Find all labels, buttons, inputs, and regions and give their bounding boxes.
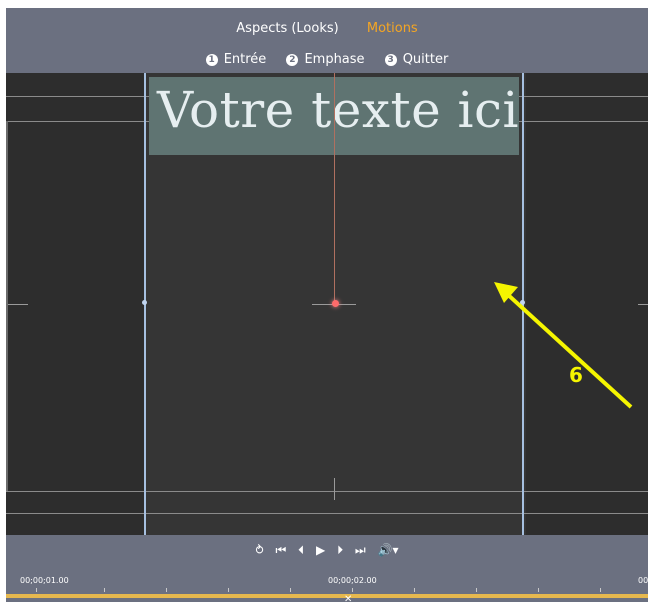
ruler-tick [476,588,477,592]
transport-bar: ⥁ ⏮ ⏴ ▶ ⏵ ⏭ 🔊▾ 00;00;01.00 00;00;02.00 0… [6,535,648,602]
motion-phases: 1 Entrée 2 Emphase 3 Quitter [6,52,648,67]
phase-quitter-label: Quitter [402,52,449,67]
number-3-icon: 3 [384,54,397,66]
number-1-icon: 1 [205,54,218,66]
play-icon[interactable]: ▶ [316,543,325,557]
tab-motions[interactable]: Motions [367,21,418,36]
playback-controls: ⥁ ⏮ ⏴ ▶ ⏵ ⏭ 🔊▾ [6,543,648,558]
mode-tabs: Aspects (Looks) Motions [6,21,648,36]
ruler-tick [104,588,105,592]
volume-icon[interactable]: 🔊▾ [378,543,399,557]
ruler-tick [166,588,167,592]
ruler-tick [290,588,291,592]
ruler-tick [538,588,539,592]
ruler-tick [414,588,415,592]
phase-emphase[interactable]: 2 Emphase [286,52,365,67]
number-2-icon: 2 [286,54,299,66]
phase-quitter[interactable]: 3 Quitter [384,52,449,67]
phase-emphase-label: Emphase [304,52,365,67]
preview-canvas[interactable]: Votre texte ici 6 [6,73,648,535]
go-to-start-icon[interactable]: ⏮ [276,543,287,558]
timecode-mid: 00;00;02.00 [328,576,377,585]
timeline-track[interactable] [6,594,648,598]
ruler-tick [352,588,353,592]
previous-frame-icon[interactable]: ⏴ [298,543,304,558]
properties-header: Aspects (Looks) Motions 1 Entrée 2 Emphase… [6,8,648,73]
phase-entree-label: Entrée [223,52,267,67]
go-to-end-icon[interactable]: ⏭ [355,543,366,558]
timecode-end: 00 [638,576,648,585]
annotation-number: 6 [569,363,583,387]
ruler-tick [600,588,601,592]
tab-looks[interactable]: Aspects (Looks) [236,21,338,36]
ruler-tick [36,588,37,592]
collapse-icon[interactable]: ✕ [344,594,352,602]
phase-entree[interactable]: 1 Entrée [205,52,267,67]
ruler-tick [228,588,229,592]
annotation-arrow [494,282,633,409]
title-editor-app: Aspects (Looks) Motions 1 Entrée 2 Emphase… [6,8,648,602]
timecode-start: 00;00;01.00 [20,576,69,585]
loop-icon[interactable]: ⥁ [255,543,263,557]
next-frame-icon[interactable]: ⏵ [337,543,343,558]
